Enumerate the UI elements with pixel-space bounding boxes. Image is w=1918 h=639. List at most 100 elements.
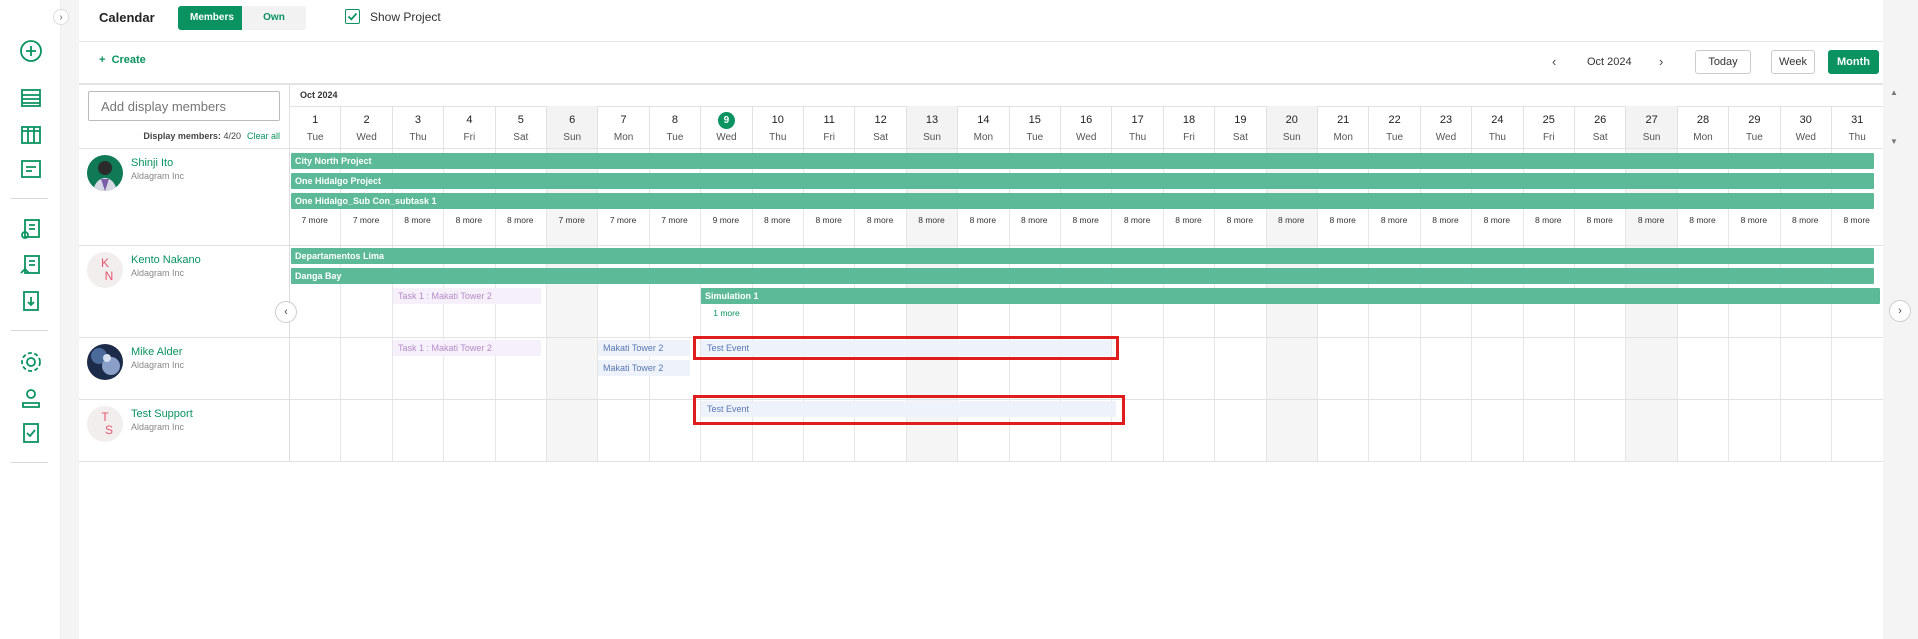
more-link[interactable]: 8 more bbox=[1471, 215, 1522, 225]
day-header-cell[interactable]: 26 Sat bbox=[1574, 106, 1625, 148]
day-header-cell[interactable]: 14 Mon bbox=[957, 106, 1008, 148]
more-link[interactable]: 8 more bbox=[1163, 215, 1214, 225]
more-link[interactable]: 8 more bbox=[1523, 215, 1574, 225]
member-name[interactable]: Shinji Ito bbox=[131, 157, 173, 169]
day-header-cell[interactable]: 17 Thu bbox=[1111, 106, 1162, 148]
day-header-cell[interactable]: 7 Mon bbox=[597, 106, 648, 148]
add-circle-icon[interactable] bbox=[17, 37, 45, 65]
scroll-down-icon[interactable]: ▼ bbox=[1890, 137, 1898, 146]
task-item[interactable]: Makati Tower 2 bbox=[598, 340, 690, 356]
gear-icon[interactable] bbox=[17, 348, 45, 376]
more-link[interactable]: 8 more bbox=[1317, 215, 1368, 225]
day-header-cell[interactable]: 22 Tue bbox=[1368, 106, 1419, 148]
own-toggle[interactable]: Own bbox=[242, 6, 306, 30]
add-display-members-input[interactable] bbox=[88, 91, 280, 121]
clipboard-home-icon[interactable] bbox=[17, 251, 45, 279]
more-link[interactable]: 8 more bbox=[1368, 215, 1419, 225]
columns-icon[interactable] bbox=[17, 121, 45, 149]
day-header-cell[interactable]: 29 Tue bbox=[1728, 106, 1779, 148]
more-link[interactable]: 7 more bbox=[649, 215, 700, 225]
project-bar[interactable]: One Hidalgo Project bbox=[291, 173, 1874, 189]
day-header-cell[interactable]: 8 Tue bbox=[648, 106, 700, 148]
chevron-right-icon[interactable]: › bbox=[1659, 54, 1663, 69]
member-name[interactable]: Kento Nakano bbox=[131, 254, 201, 266]
more-link[interactable]: 8 more bbox=[1009, 215, 1060, 225]
day-header-cell[interactable]: 21 Mon bbox=[1317, 106, 1368, 148]
more-link[interactable]: 7 more bbox=[340, 215, 391, 225]
more-link[interactable]: 8 more bbox=[392, 215, 443, 225]
event-item[interactable]: Test Event bbox=[701, 340, 1111, 356]
project-bar[interactable]: Danga Bay bbox=[291, 268, 1874, 284]
day-header-cell[interactable]: 25 Fri bbox=[1522, 106, 1574, 148]
day-header-cell[interactable]: 31 Thu bbox=[1831, 106, 1882, 148]
more-link[interactable]: 8 more bbox=[1266, 215, 1317, 225]
task-item[interactable]: Makati Tower 2 bbox=[598, 360, 690, 376]
project-bar[interactable]: One Hidalgo_Sub Con_subtask 1 bbox=[291, 193, 1874, 209]
month-button[interactable]: Month bbox=[1828, 50, 1879, 74]
simulation-bar[interactable]: Simulation 1 bbox=[701, 288, 1880, 304]
chevron-left-icon[interactable]: ‹ bbox=[1552, 54, 1556, 69]
chevron-left-icon[interactable]: ‹ bbox=[275, 301, 297, 323]
day-header-cell[interactable]: 15 Tue bbox=[1008, 106, 1060, 148]
clear-all-link[interactable]: Clear all bbox=[247, 131, 280, 141]
document-icon[interactable] bbox=[17, 155, 45, 183]
day-header-cell[interactable]: 19 Sat bbox=[1214, 106, 1265, 148]
clipboard-download-icon[interactable] bbox=[17, 287, 45, 315]
user-icon[interactable] bbox=[17, 384, 45, 412]
more-link[interactable]: 8 more bbox=[1780, 215, 1831, 225]
day-header-cell[interactable]: 9 Wed bbox=[700, 106, 751, 148]
clipboard-user-icon[interactable] bbox=[17, 215, 45, 243]
day-header-cell[interactable]: 10 Thu bbox=[751, 106, 803, 148]
more-link[interactable]: 8 more bbox=[752, 215, 803, 225]
day-header-cell[interactable]: 1 Tue bbox=[289, 106, 340, 148]
day-header-cell[interactable]: 11 Fri bbox=[803, 106, 854, 148]
member-name[interactable]: Mike Alder bbox=[131, 346, 182, 358]
more-link[interactable]: 8 more bbox=[1214, 215, 1265, 225]
project-bar[interactable]: Departamentos Lima bbox=[291, 248, 1874, 264]
more-link[interactable]: 8 more bbox=[1831, 215, 1882, 225]
avatar[interactable] bbox=[87, 344, 123, 380]
event-item[interactable]: Test Event bbox=[701, 401, 1116, 417]
avatar[interactable]: TS bbox=[87, 406, 123, 442]
more-link[interactable]: 7 more bbox=[597, 215, 648, 225]
more-link[interactable]: 8 more bbox=[1111, 215, 1162, 225]
more-link[interactable]: 8 more bbox=[1677, 215, 1728, 225]
today-button[interactable]: Today bbox=[1695, 50, 1751, 74]
day-header-cell[interactable]: 27 Sun bbox=[1625, 106, 1677, 148]
more-link[interactable]: 8 more bbox=[1574, 215, 1625, 225]
more-link[interactable]: 8 more bbox=[957, 215, 1008, 225]
more-link[interactable]: 8 more bbox=[803, 215, 854, 225]
more-link[interactable]: 7 more bbox=[546, 215, 597, 225]
show-project-checkbox[interactable]: Show Project bbox=[345, 9, 441, 24]
more-link[interactable]: 8 more bbox=[1420, 215, 1471, 225]
project-bar[interactable]: City North Project bbox=[291, 153, 1874, 169]
day-header-cell[interactable]: 16 Wed bbox=[1060, 106, 1111, 148]
task-item[interactable]: Task 1 : Makati Tower 2 bbox=[393, 288, 541, 304]
avatar[interactable] bbox=[87, 155, 123, 191]
more-link[interactable]: 7 more bbox=[289, 215, 340, 225]
day-header-cell[interactable]: 30 Wed bbox=[1779, 106, 1831, 148]
day-header-cell[interactable]: 12 Sat bbox=[854, 106, 905, 148]
day-header-cell[interactable]: 23 Wed bbox=[1419, 106, 1471, 148]
more-link[interactable]: 1 more bbox=[701, 308, 752, 318]
more-link[interactable]: 8 more bbox=[854, 215, 905, 225]
more-link[interactable]: 8 more bbox=[906, 215, 957, 225]
day-header-cell[interactable]: 18 Fri bbox=[1162, 106, 1214, 148]
member-name[interactable]: Test Support bbox=[131, 408, 193, 420]
day-header-cell[interactable]: 3 Thu bbox=[391, 106, 443, 148]
day-header-cell[interactable]: 24 Thu bbox=[1471, 106, 1522, 148]
sidebar-expand-button[interactable]: › bbox=[53, 9, 69, 25]
more-link[interactable]: 8 more bbox=[443, 215, 494, 225]
list-icon[interactable] bbox=[17, 84, 45, 112]
week-button[interactable]: Week bbox=[1771, 50, 1815, 74]
day-header-cell[interactable]: 2 Wed bbox=[340, 106, 391, 148]
day-header-cell[interactable]: 4 Fri bbox=[443, 106, 494, 148]
more-link[interactable]: 8 more bbox=[495, 215, 546, 225]
more-link[interactable]: 9 more bbox=[700, 215, 751, 225]
day-header-cell[interactable]: 28 Mon bbox=[1676, 106, 1728, 148]
more-link[interactable]: 8 more bbox=[1728, 215, 1779, 225]
scroll-up-icon[interactable]: ▲ bbox=[1890, 88, 1898, 97]
create-button[interactable]: + Create bbox=[99, 54, 146, 66]
day-header-cell[interactable]: 13 Sun bbox=[905, 106, 958, 148]
chevron-right-icon[interactable]: › bbox=[1889, 300, 1911, 322]
